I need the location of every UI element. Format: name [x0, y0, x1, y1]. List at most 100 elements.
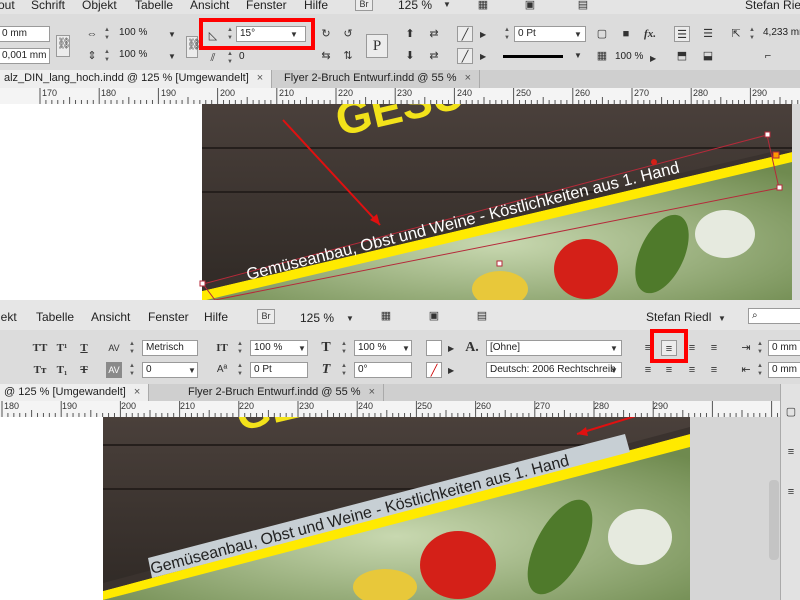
rotate-ccw-icon[interactable]: ↺	[340, 26, 356, 42]
effects-fx-icon[interactable]: fx.	[642, 26, 658, 42]
underline-icon[interactable]: T	[76, 340, 92, 356]
justify-all-icon[interactable]: ≡	[684, 362, 700, 378]
zoom-level[interactable]: 125 %	[398, 0, 432, 12]
width-field[interactable]: 4,233 mm	[760, 26, 800, 42]
menu-objekt[interactable]: jekt	[0, 310, 17, 324]
small-caps-icon[interactable]: Tт	[32, 362, 48, 378]
align-left-frame-icon[interactable]: ☰	[674, 26, 690, 42]
stroke-type-dropdown[interactable]: ▼	[574, 51, 582, 60]
all-caps-icon[interactable]: TT	[32, 340, 48, 356]
y-position-field[interactable]: 0,001 mm	[0, 48, 50, 64]
select-next-icon[interactable]: ⇄	[426, 48, 442, 64]
view-options-icon[interactable]: ▦	[475, 0, 491, 13]
text-stroke-swatch-icon[interactable]: ╱	[426, 362, 442, 378]
text-stroke-arrow[interactable]: ▶	[448, 366, 454, 375]
skew-field[interactable]: 0°	[354, 362, 412, 378]
vertical-scale-dropdown[interactable]: ▼	[298, 344, 306, 353]
panel-icon-2[interactable]: ≡	[783, 444, 799, 460]
tab-document-1-close-icon[interactable]: ×	[134, 386, 140, 398]
workspace-dropdown-arrow[interactable]: ▼	[718, 314, 726, 323]
first-line-indent-field[interactable]: 0 mm	[768, 362, 800, 378]
vertical-scale-stepper[interactable]: ▲ ▼	[236, 340, 244, 356]
shear-stepper[interactable]: ▲ ▼	[226, 50, 234, 66]
kerning-stepper[interactable]: ▲ ▼	[128, 340, 136, 356]
menu-hilfe[interactable]: Hilfe	[304, 0, 328, 12]
tab-document-1[interactable]: alz_DIN_lang_hoch.indd @ 125 % [Umgewand…	[0, 70, 273, 88]
workspace-user[interactable]: Stefan Riedl	[646, 310, 711, 324]
select-content-icon[interactable]: ⬇	[402, 48, 418, 64]
menu-schrift[interactable]: Schrift	[31, 0, 65, 12]
tracking-stepper[interactable]: ▲ ▼	[128, 362, 136, 378]
zoom-dropdown-arrow[interactable]: ▼	[346, 314, 354, 323]
bridge-button[interactable]: Br	[257, 309, 275, 324]
stroke-weight-stepper[interactable]: ▲ ▼	[503, 26, 511, 42]
shear-angle-field[interactable]: 0	[236, 50, 306, 66]
select-container-icon[interactable]: ⬆	[402, 26, 418, 42]
tracking-dropdown[interactable]: ▼	[188, 366, 196, 375]
view-options-icon[interactable]: ▦	[378, 308, 394, 324]
drop-shadow-icon[interactable]: ▢	[594, 26, 610, 42]
arrange-documents-icon[interactable]: ▤	[474, 308, 490, 324]
zoom-level[interactable]: 125 %	[300, 311, 334, 325]
menu-fenster[interactable]: Fenster	[148, 310, 189, 324]
top-selection-handle[interactable]	[772, 151, 780, 159]
flip-vertical-icon[interactable]: ⇅	[340, 48, 356, 64]
tab-document-1-close-icon[interactable]: ×	[257, 72, 263, 84]
panel-icon-3[interactable]: ≡	[783, 484, 799, 500]
select-previous-icon[interactable]: ⇄	[426, 26, 442, 42]
scale-x-dropdown[interactable]: ▼	[168, 30, 176, 39]
scale-y-stepper[interactable]: ▲ ▼	[103, 48, 111, 64]
bottom-vertical-scrollbar[interactable]	[769, 480, 779, 560]
menu-ansicht[interactable]: Ansicht	[91, 310, 130, 324]
menu-tabelle[interactable]: Tabelle	[135, 0, 173, 12]
strikethrough-icon[interactable]: T	[76, 362, 92, 378]
top-selection-handle[interactable]	[764, 131, 771, 138]
link-proportions-icon[interactable]: ⛓	[56, 35, 71, 57]
panel-icon-1[interactable]: ▢	[783, 404, 799, 420]
flip-horizontal-icon[interactable]: ⇆	[318, 48, 334, 64]
skew-stepper[interactable]: ▲ ▼	[340, 362, 348, 378]
bottom-document-canvas[interactable]: GE Gemüseanbau, Obst und Weine - Köstlic…	[0, 417, 780, 600]
align-spine-icon[interactable]: ≡	[706, 362, 722, 378]
menu-layout[interactable]: out	[0, 0, 15, 12]
subscript-icon[interactable]: T₁	[54, 362, 70, 378]
rotate-cw-icon[interactable]: ↻	[318, 26, 334, 42]
top-selection-handle[interactable]	[199, 280, 206, 287]
horizontal-scale-dropdown[interactable]: ▼	[402, 344, 410, 353]
language-dropdown[interactable]: ▼	[610, 366, 618, 375]
scale-y-dropdown[interactable]: ▼	[168, 52, 176, 61]
opacity-field[interactable]: 100 %	[612, 50, 648, 66]
language-field[interactable]: Deutsch: 2006 Rechtschreib	[486, 362, 622, 378]
justify-left-icon[interactable]: ≡	[706, 340, 722, 356]
menu-objekt[interactable]: Objekt	[82, 0, 117, 12]
menu-ansicht[interactable]: Ansicht	[190, 0, 229, 12]
align-center-frame-icon[interactable]: ☰	[700, 26, 716, 42]
justify-right-icon[interactable]: ≡	[661, 362, 677, 378]
character-style-dropdown[interactable]: ▼	[610, 344, 618, 353]
tab-document-2-close-icon[interactable]: ×	[465, 72, 471, 84]
stroke-swatch-arrow[interactable]: ▶	[480, 52, 486, 61]
opacity-arrow[interactable]: ▶	[650, 54, 656, 63]
align-bottom-frame-icon[interactable]: ⬓	[700, 48, 716, 64]
top-document-canvas[interactable]: GESU Gemüseanbau, Obst und Weine - Köstl…	[0, 104, 800, 300]
menu-tabelle[interactable]: Tabelle	[36, 310, 74, 324]
search-field[interactable]: ⌕	[748, 308, 800, 324]
zoom-dropdown-arrow[interactable]: ▼	[443, 0, 451, 9]
scale-x-stepper[interactable]: ▲ ▼	[103, 26, 111, 42]
shadow-icon[interactable]: ■	[618, 26, 634, 42]
tab-document-1[interactable]: @ 125 % [Umgewandelt] ×	[0, 384, 150, 401]
arrange-documents-icon[interactable]: ▤	[575, 0, 591, 13]
align-top-frame-icon[interactable]: ⬒	[674, 48, 690, 64]
fill-swatch-arrow[interactable]: ▶	[480, 30, 486, 39]
x-position-field[interactable]: 0 mm	[0, 26, 50, 42]
baseline-shift-stepper[interactable]: ▲ ▼	[236, 362, 244, 378]
text-fill-swatch-icon[interactable]	[426, 340, 442, 356]
stroke-weight-dropdown[interactable]: ▼	[574, 30, 582, 39]
baseline-shift-field[interactable]: 0 Pt	[250, 362, 308, 378]
horizontal-scale-stepper[interactable]: ▲ ▼	[340, 340, 348, 356]
constrain-proportions-icon[interactable]: ⛓	[186, 36, 201, 58]
stroke-type-line[interactable]	[503, 55, 563, 58]
screen-mode-icon[interactable]: ▣	[522, 0, 538, 13]
corner-icon[interactable]: ⌐	[760, 48, 776, 64]
kerning-method-field[interactable]: Metrisch	[142, 340, 198, 356]
